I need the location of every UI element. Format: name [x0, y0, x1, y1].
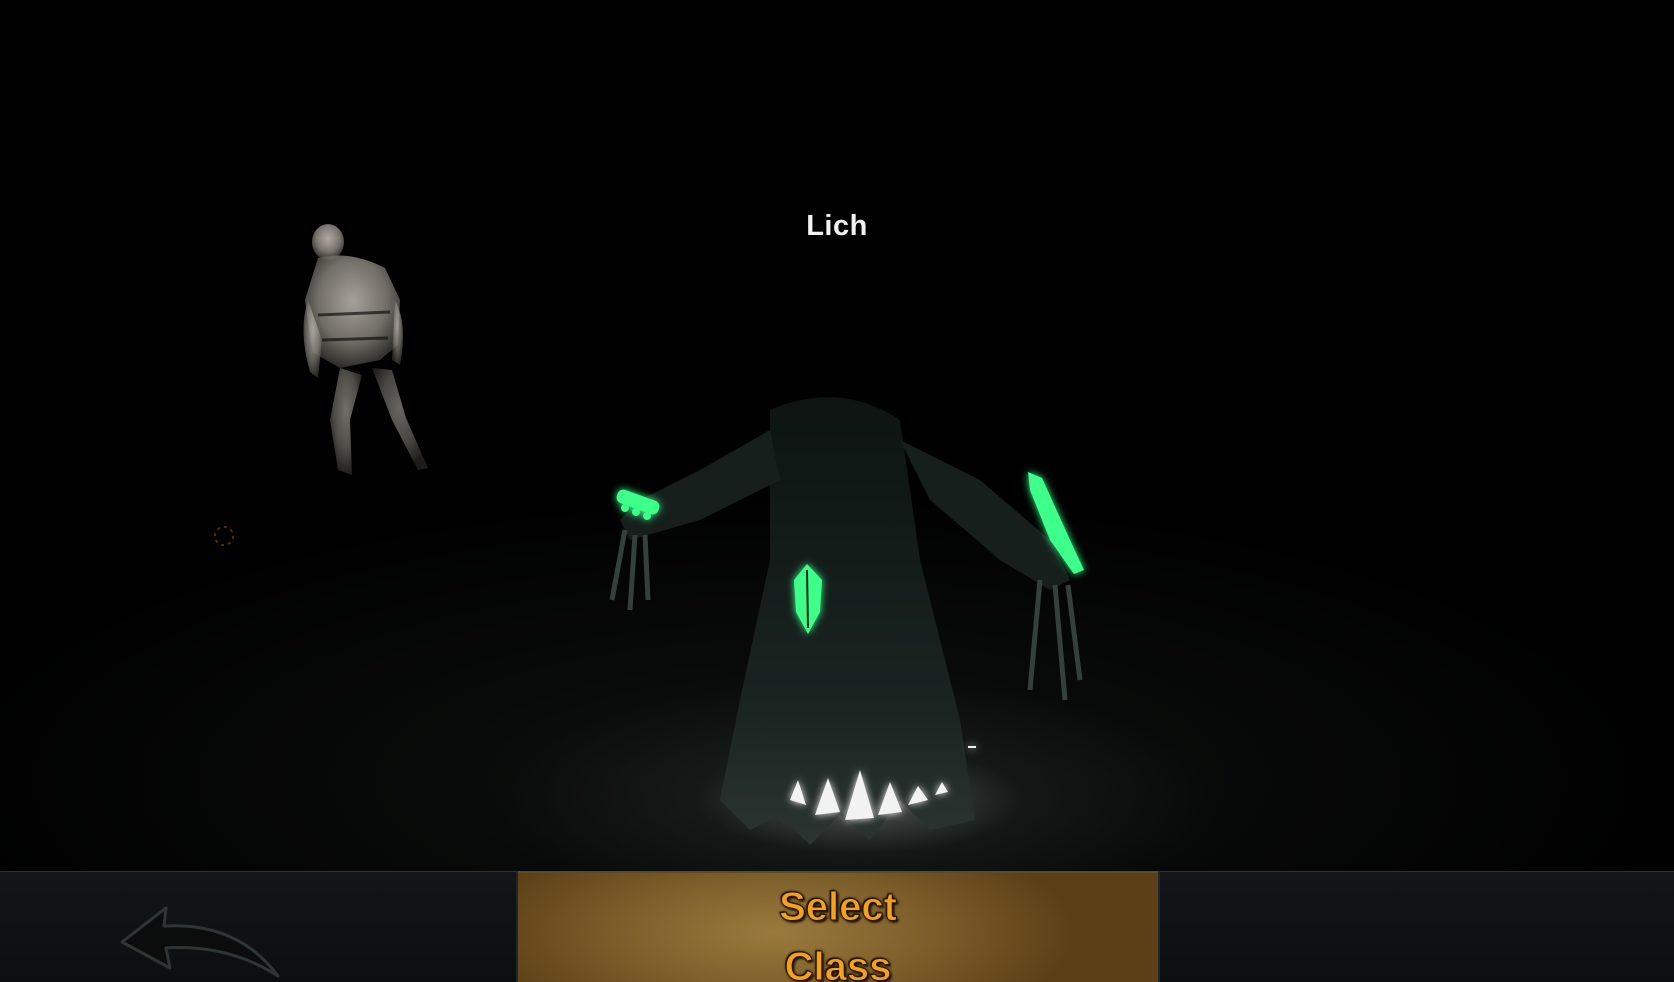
next-class-panel[interactable]	[1158, 871, 1674, 982]
previous-class-panel[interactable]	[0, 871, 518, 982]
select-class-label: Select Class	[779, 885, 898, 982]
select-class-button[interactable]: Select Class	[518, 871, 1158, 982]
game-viewport: Lich Select Class	[0, 0, 1674, 982]
lich-character-model	[609, 397, 1084, 845]
character-name-label: Lich	[806, 210, 868, 242]
class-select-bar: Select Class	[0, 871, 1674, 982]
curved-arrow-left-icon[interactable]	[118, 892, 282, 982]
